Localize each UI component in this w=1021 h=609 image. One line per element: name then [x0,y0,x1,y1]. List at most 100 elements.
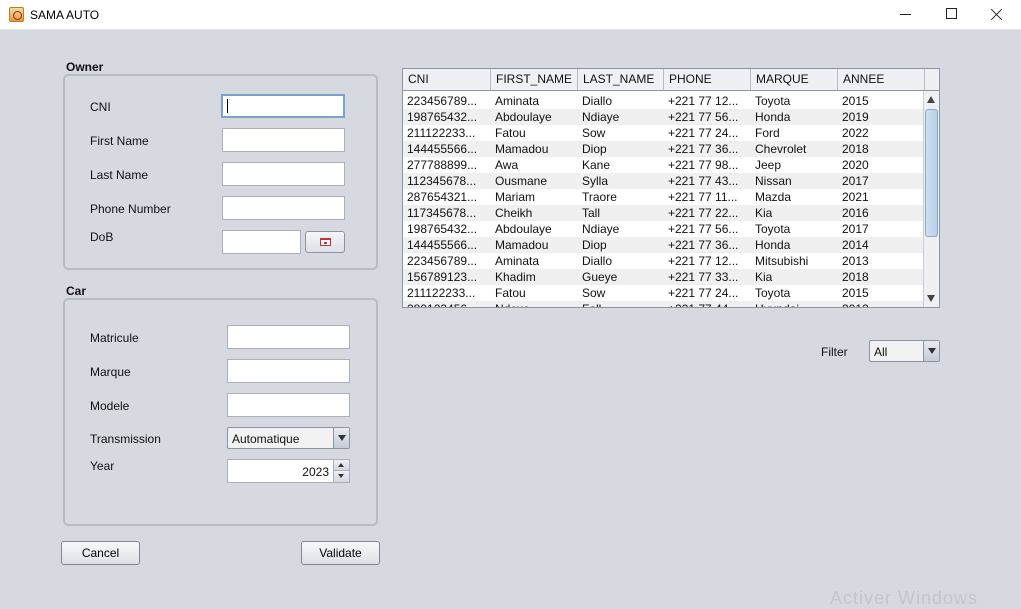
table-cell: Nissan [755,174,792,188]
table-row[interactable]: 277788899... Awa Kane +221 77 98... Jeep 2020 [403,157,923,173]
maximize-icon[interactable] [928,0,974,30]
table-cell: Honda [755,110,791,124]
table-cell: 2015 [842,94,869,108]
table-cell: Kia [755,206,773,220]
table-row[interactable]: 198765432... Abdoulaye Ndiaye +221 77 56...… [403,221,923,237]
matricule-label: Matricule [90,331,139,345]
year-value: 2023 [302,465,329,479]
chevron-down-icon[interactable] [333,428,349,448]
table-row[interactable]: 112345678... Ousmane Sylla +221 77 43... Nis… [403,173,923,189]
last-name-input[interactable] [222,162,345,186]
table-cell: Sylla [582,174,609,188]
table-cell: 223456789... [407,94,478,108]
transmission-label: Transmission [90,432,161,446]
table-cell: Abdoulaye [495,222,552,236]
table-row[interactable]: 144455566... Mamadou Diop +221 77 36... Chev… [403,141,923,157]
column-header-annee[interactable]: ANNEE [838,69,925,90]
table-cell: 198765432... [407,110,478,124]
owner-group-label: Owner [66,60,104,74]
spinner-down-icon[interactable] [333,471,349,482]
table-cell: +221 77 12... [668,254,739,268]
table-cell: Honda [755,238,791,252]
table-cell: Abdoulaye [495,110,552,124]
table-cell: 289123456... [403,301,491,307]
table-cell: 2020 [842,158,869,172]
table-cell: Aminata [495,94,540,108]
table-body: 223456789... Aminata Diallo +221 77 12... To… [403,91,923,307]
table-row[interactable]: 223456789... Aminata Diallo +221 77 12... To… [403,93,923,109]
table-row[interactable]: 223456789... Aminata Diallo +221 77 12... Mi… [403,253,923,269]
cancel-button[interactable]: Cancel [61,541,140,565]
table-row[interactable]: 287654321... Mariam Traore +221 77 11... Maz… [403,189,923,205]
table-cell: 223456789... [407,254,478,268]
phone-number-input[interactable] [222,196,345,220]
table-row[interactable]: 211122233... Fatou Sow +221 77 24... Ford 202… [403,125,923,141]
table-row[interactable]: 211122233... Fatou Sow +221 77 24... Toyota 2… [403,285,923,301]
close-icon[interactable] [974,0,1020,30]
minimize-icon[interactable] [882,0,928,30]
marque-input[interactable] [227,359,350,383]
car-group-label: Car [66,284,87,298]
table-cell: Diop [582,142,607,156]
table-cell: Sow [582,126,606,140]
column-header-last-name[interactable]: LAST_NAME [578,69,664,90]
table-cell: Sow [582,286,606,300]
table-cell: Awa [495,158,519,172]
table-cell: Toyota [755,222,791,236]
table-cell: +221 77 12... [668,94,739,108]
table-cell: 287654321... [407,190,478,204]
first-name-label: First Name [90,134,149,148]
table-cell: +221 77 36... [668,142,739,156]
table-cell: 2018 [842,270,869,284]
table-cell: Aminata [495,254,540,268]
filter-label: Filter [821,345,848,359]
column-header-first-name[interactable]: FIRST_NAME [491,69,578,90]
table-cell: +221 77 24... [668,126,739,140]
table-cell: Ousmane [495,174,548,188]
column-header-cni[interactable]: CNI [403,69,491,90]
table-cell: Khadim [495,270,536,284]
table-cell: Ndiaye [582,222,620,236]
table-cell: 2014 [842,238,869,252]
chevron-down-icon[interactable] [923,341,939,361]
modele-label: Modele [90,399,130,413]
table-scrollbar[interactable] [923,91,939,307]
table-row[interactable]: 117345678... Cheikh Tall +221 77 22... Kia 20… [403,205,923,221]
scroll-up-icon[interactable] [924,91,939,107]
table-cell: 144455566... [407,238,478,252]
spinner-up-icon[interactable] [333,460,349,471]
filter-selected-value: All [874,345,888,359]
window-title: SAMA AUTO [30,8,100,22]
column-header-phone[interactable]: PHONE [664,69,751,90]
table-cell: Diallo [582,254,613,268]
year-spinner[interactable]: 2023 [227,459,350,483]
scrollbar-thumb[interactable] [925,109,938,237]
table-cell: Diop [582,238,607,252]
table-row[interactable]: 289123456...NdeyeFall+221 77 44...Hyunda… [403,301,923,307]
marque-label: Marque [90,365,131,379]
phone-number-label: Phone Number [90,202,171,216]
table-cell: Kia [755,270,773,284]
column-header-marque[interactable]: MARQUE [751,69,838,90]
matricule-input[interactable] [227,325,350,349]
table-row[interactable]: 156789123... Khadim Gueye +221 77 33... Kia 2… [403,269,923,285]
table-cell: 2017 [842,222,869,236]
validate-button[interactable]: Validate [301,541,380,565]
table-row[interactable]: 198765432... Abdoulaye Ndiaye +221 77 56...… [403,109,923,125]
modele-input[interactable] [227,393,350,417]
table-cell: 156789123... [407,270,478,284]
table-cell: 277788899... [407,158,478,172]
date-picker-button[interactable] [305,231,345,253]
filter-select[interactable]: All [869,340,940,362]
first-name-input[interactable] [222,128,345,152]
dob-input[interactable] [222,230,301,254]
table-cell: 112345678... [407,174,477,188]
table-cell: 2018 [842,142,869,156]
table-cell: +221 77 44... [664,301,751,307]
table-cell: Mitsubishi [755,254,809,268]
scroll-down-icon[interactable] [924,291,939,307]
cni-input[interactable] [221,94,345,118]
transmission-select[interactable]: Automatique [227,427,350,449]
table-cell: 198765432... [407,222,478,236]
table-row[interactable]: 144455566... Mamadou Diop +221 77 36... Hond… [403,237,923,253]
